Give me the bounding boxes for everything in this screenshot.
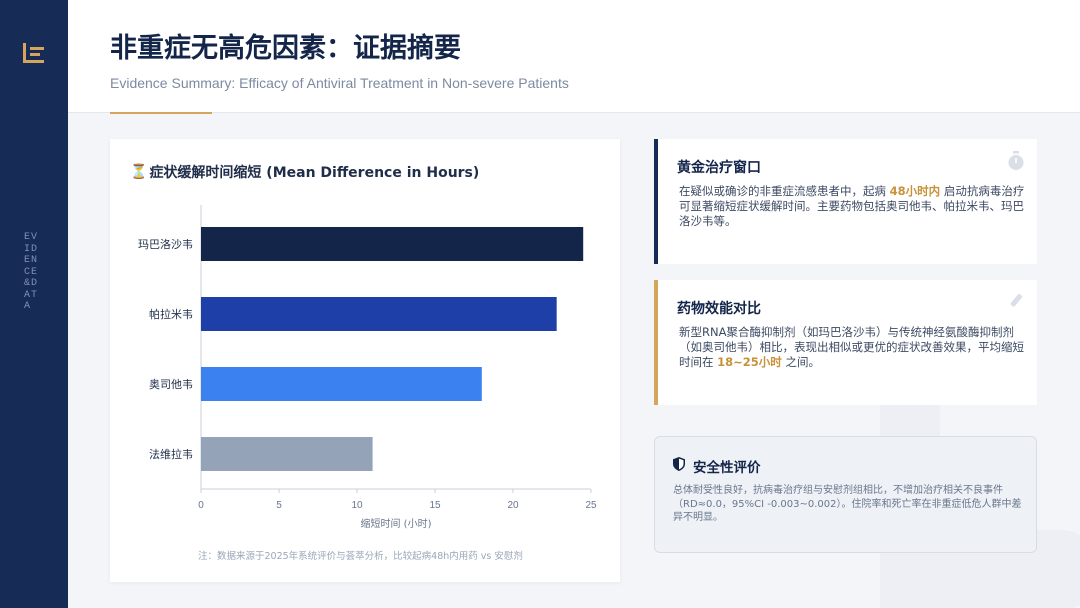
x-tick-label: 25 [585,500,597,511]
chart-card: ⏳ 症状缓解时间缩短 (Mean Difference in Hours) 玛巴… [110,139,620,582]
sidebar: EVIDENCE&DATA [0,0,68,608]
page-title: 非重症无高危因素：证据摘要 [110,33,461,64]
card-safety: 安全性评价 总体耐受性良好，抗病毒治疗组与安慰剂组相比，不增加治疗相关不良事件（… [654,436,1037,553]
brand-vertical-label: EVIDENCE&DATA [24,232,39,312]
bar [201,367,482,401]
bar-chart: 玛巴洛沙韦帕拉米韦奥司他韦法维拉韦 0 5 10 15 20 25 缩短时间 (小时) [138,205,597,530]
page-subtitle: Evidence Summary: Efficacy of Antiviral … [110,75,569,91]
safety-body: 总体耐受性良好，抗病毒治疗组与安慰剂组相比，不增加治疗相关不良事件（RD≈0.0… [673,485,1022,523]
bar [201,227,584,261]
stopwatch-icon [1007,151,1025,176]
x-tick-label: 5 [276,500,282,511]
card-body: 在疑似或确诊的非重症流感患者中，起病 48小时内 启动抗病毒治疗可显著缩短症状缓… [679,184,1029,229]
chart-footnote: 注：数据来源于2025年系统评价与荟萃分析，比较起病48h内用药 vs 安慰剂 [198,551,523,562]
card-efficacy-comparison: 药物效能对比 新型RNA聚合酶抑制剂（如玛巴洛沙韦）与传统神经氨酸酶抑制剂（如奥… [654,280,1037,405]
card-title: 药物效能对比 [677,301,761,317]
highlight-text: 48小时内 [889,184,941,198]
card-body-text: 之间。 [781,355,820,369]
bar [201,437,373,471]
card-golden-window: 黄金治疗窗口 在疑似或确诊的非重症流感患者中，起病 48小时内 启动抗病毒治疗可… [654,139,1037,264]
title-accent-line [110,112,212,114]
x-tick-label: 0 [198,500,204,511]
x-tick-label: 20 [507,500,519,511]
x-tick-label: 15 [429,500,441,511]
y-tick-label: 奥司他韦 [149,377,193,391]
x-tick-label: 10 [351,500,363,511]
y-tick-label: 玛巴洛沙韦 [138,237,193,251]
highlight-text: 18~25小时 [717,355,782,369]
safety-title-text: 安全性评价 [693,460,761,476]
shield-icon [673,457,685,475]
card-title: 黄金治疗窗口 [677,160,761,176]
x-axis-label: 缩短时间 (小时) [361,517,432,530]
bar [201,297,557,331]
document-lines-icon [22,42,46,64]
flask-icon [1005,292,1025,317]
y-tick-label: 法维拉韦 [149,447,193,461]
y-tick-label: 帕拉米韦 [149,307,193,321]
card-body-text: 在疑似或确诊的非重症流感患者中，起病 [679,184,890,198]
safety-title: 安全性评价 [673,456,761,476]
page-header: 非重症无高危因素：证据摘要 Evidence Summary: Efficacy… [68,0,1080,113]
card-body: 新型RNA聚合酶抑制剂（如玛巴洛沙韦）与传统神经氨酸酶抑制剂（如奥司他韦）相比，… [679,325,1029,370]
